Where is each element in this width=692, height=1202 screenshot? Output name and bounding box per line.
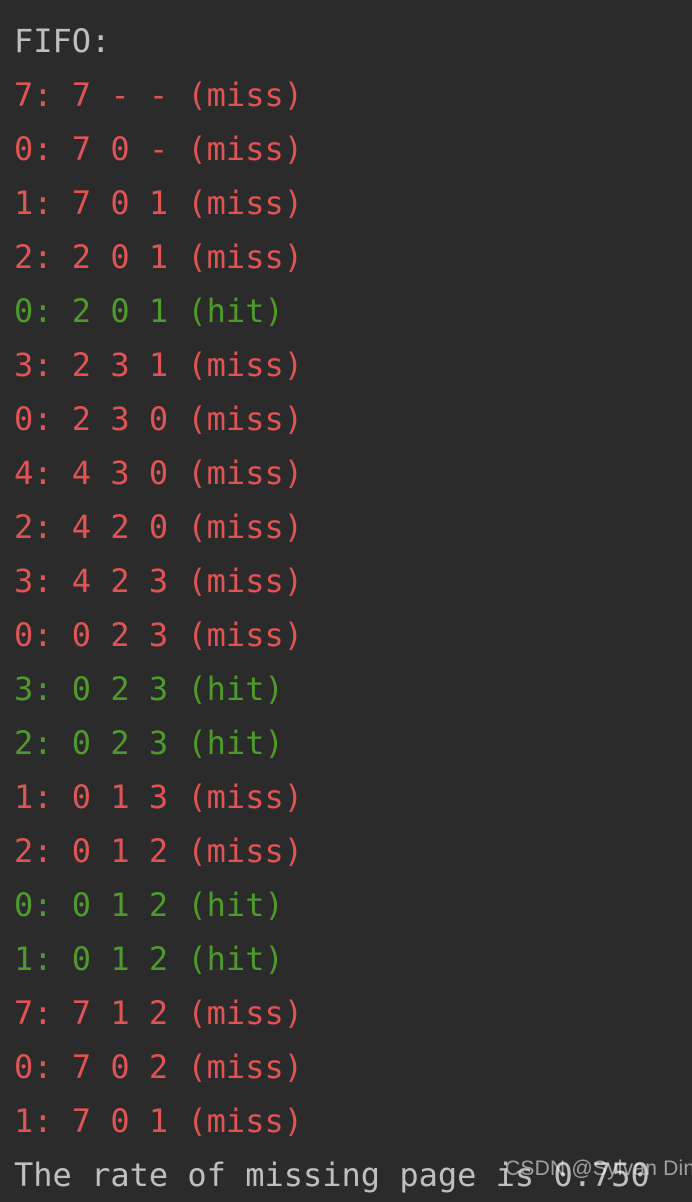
trace-line: 2: 4 2 0 (miss) [14,508,303,546]
trace-line: 7: 7 1 2 (miss) [14,994,303,1032]
trace-line: 0: 7 0 - (miss) [14,130,303,168]
trace-line: 1: 0 1 2 (hit) [14,940,284,978]
trace-line: 0: 7 0 2 (miss) [14,1048,303,1086]
trace-line: 0: 0 1 2 (hit) [14,886,284,924]
trace-line: 0: 2 0 1 (hit) [14,292,284,330]
miss-rate-summary: The rate of missing page is 0.750 [14,1156,650,1194]
trace-line: 4: 4 3 0 (miss) [14,454,303,492]
trace-line: 0: 2 3 0 (miss) [14,400,303,438]
trace-line: 2: 2 0 1 (miss) [14,238,303,276]
trace-line: 3: 0 2 3 (hit) [14,670,284,708]
trace-line: 1: 0 1 3 (miss) [14,778,303,816]
algorithm-header: FIFO: [14,22,111,60]
trace-line: 2: 0 1 2 (miss) [14,832,303,870]
trace-line: 1: 7 0 1 (miss) [14,1102,303,1140]
trace-line: 1: 7 0 1 (miss) [14,184,303,222]
trace-line: 7: 7 - - (miss) [14,76,303,114]
trace-line: 0: 0 2 3 (miss) [14,616,303,654]
terminal-output-pane: FIFO: 7: 7 - - (miss) 0: 7 0 - (miss) 1:… [0,0,692,1194]
trace-line: 3: 4 2 3 (miss) [14,562,303,600]
trace-line: 2: 0 2 3 (hit) [14,724,284,762]
trace-line: 3: 2 3 1 (miss) [14,346,303,384]
